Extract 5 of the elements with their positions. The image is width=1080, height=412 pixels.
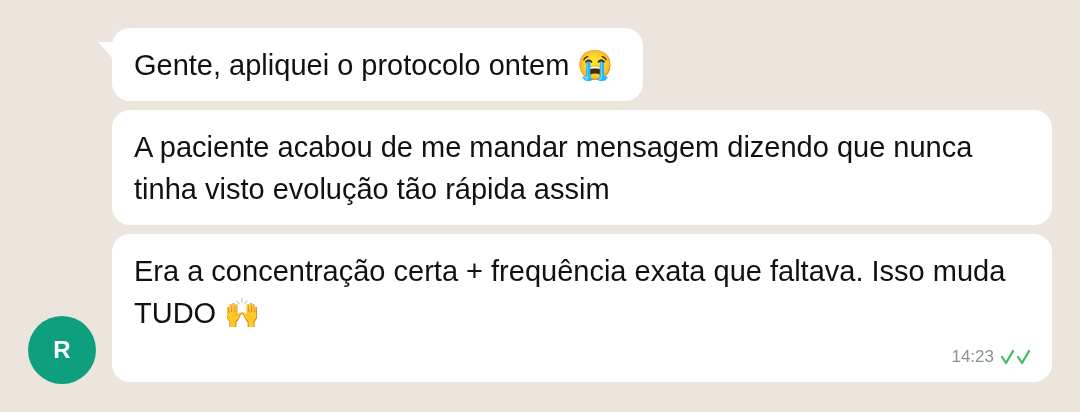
message-text: Era a concentração certa + frequência exata que faltava. Isso muda TUDO 🙌: [134, 254, 1007, 331]
message-text: A paciente acabou de me mandar mensagem dizendo que nunca tinha visto evolução tão rápida assim: [134, 130, 974, 207]
message-time: 14:23: [951, 347, 994, 367]
message-text: Gente, apliquei o protocolo ontem 😭: [134, 48, 614, 83]
avatar: R: [28, 316, 96, 384]
